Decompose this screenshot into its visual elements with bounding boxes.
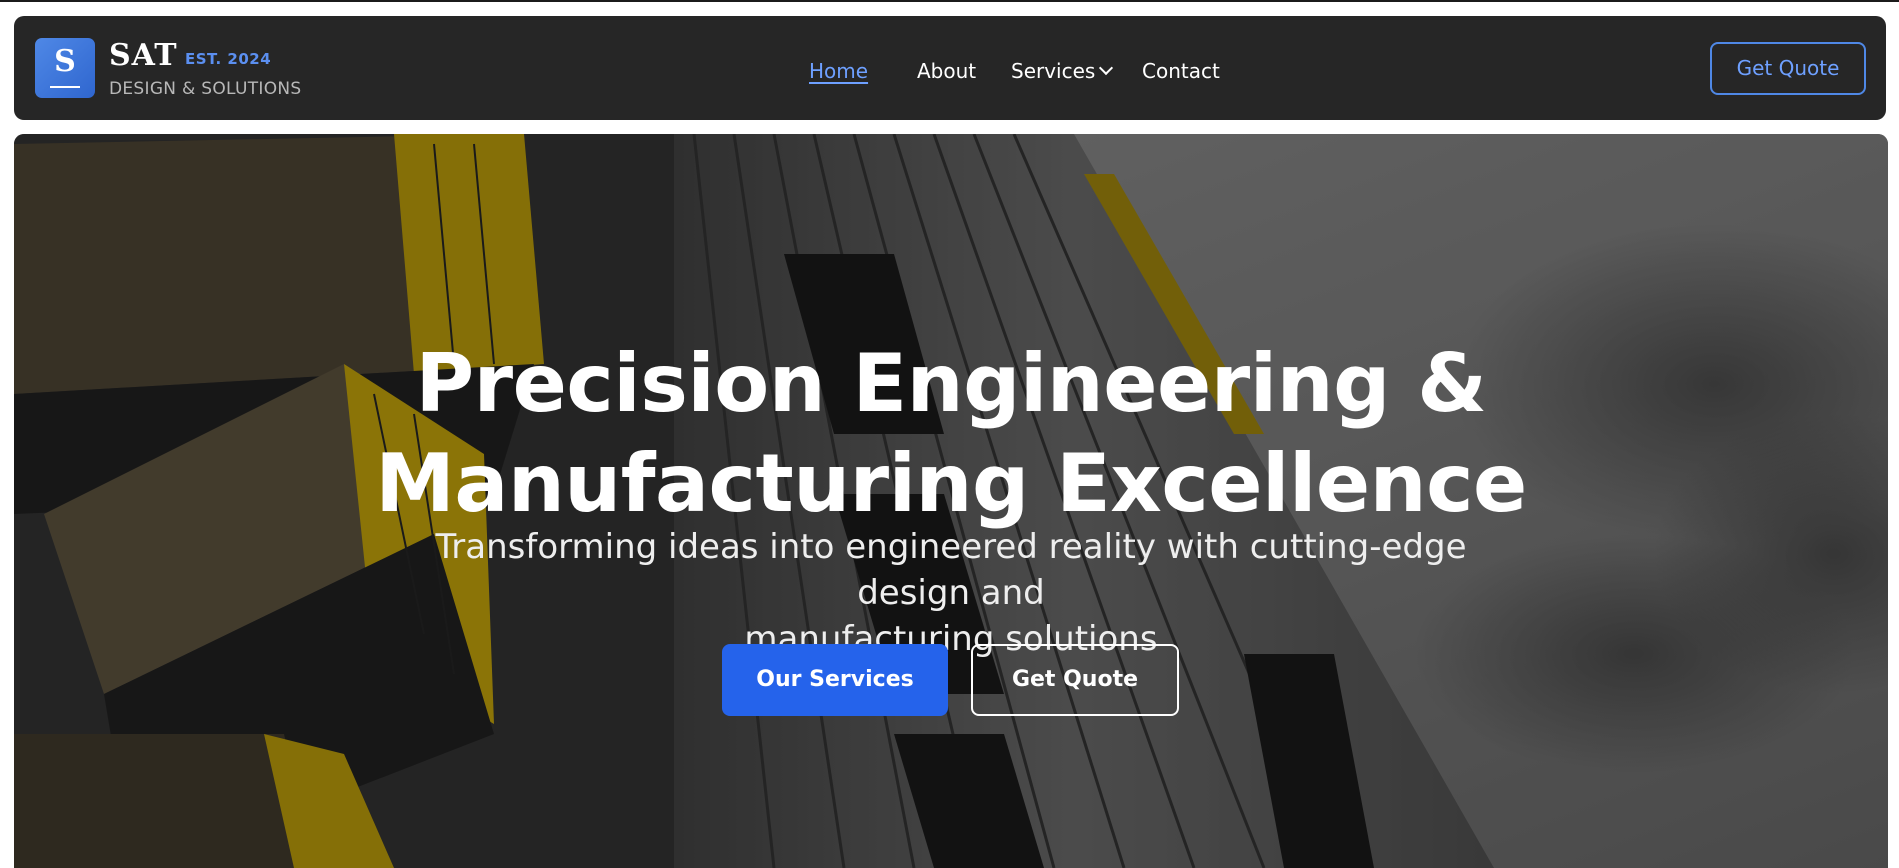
brand-name[interactable]: SAT (109, 40, 178, 72)
top-border (0, 0, 1899, 2)
hero-title-line-2: Manufacturing Excellence (375, 437, 1527, 530)
hero-section: Precision Engineering & Manufacturing Ex… (14, 134, 1888, 868)
hero-title-line-1: Precision Engineering & (415, 337, 1487, 430)
logo-underline (50, 86, 80, 88)
brand-est-label: EST. 2024 (185, 50, 272, 68)
nav-link-services-label: Services (1011, 59, 1096, 83)
get-quote-nav-button[interactable]: Get Quote (1710, 42, 1866, 95)
navbar: S SAT EST. 2024 DESIGN & SOLUTIONS Home … (14, 16, 1886, 120)
our-services-button[interactable]: Our Services (722, 644, 948, 716)
get-quote-hero-button[interactable]: Get Quote (971, 644, 1179, 716)
hero-subtitle-line-1: Transforming ideas into engineered reali… (435, 527, 1467, 613)
nav-link-home[interactable]: Home (809, 58, 868, 84)
nav-link-contact[interactable]: Contact (1142, 58, 1220, 84)
hero-subtitle-line-2: manufacturing solutions (744, 619, 1158, 659)
brand-tagline: DESIGN & SOLUTIONS (109, 79, 302, 99)
logo-icon[interactable]: S (35, 38, 95, 98)
hero-subtitle: Transforming ideas into engineered reali… (384, 524, 1518, 662)
nav-link-services[interactable]: Services (1011, 58, 1114, 84)
nav-link-about[interactable]: About (917, 58, 976, 84)
chevron-down-icon (1099, 60, 1114, 76)
logo-letter: S (54, 44, 76, 79)
hero-title: Precision Engineering & Manufacturing Ex… (14, 334, 1888, 534)
